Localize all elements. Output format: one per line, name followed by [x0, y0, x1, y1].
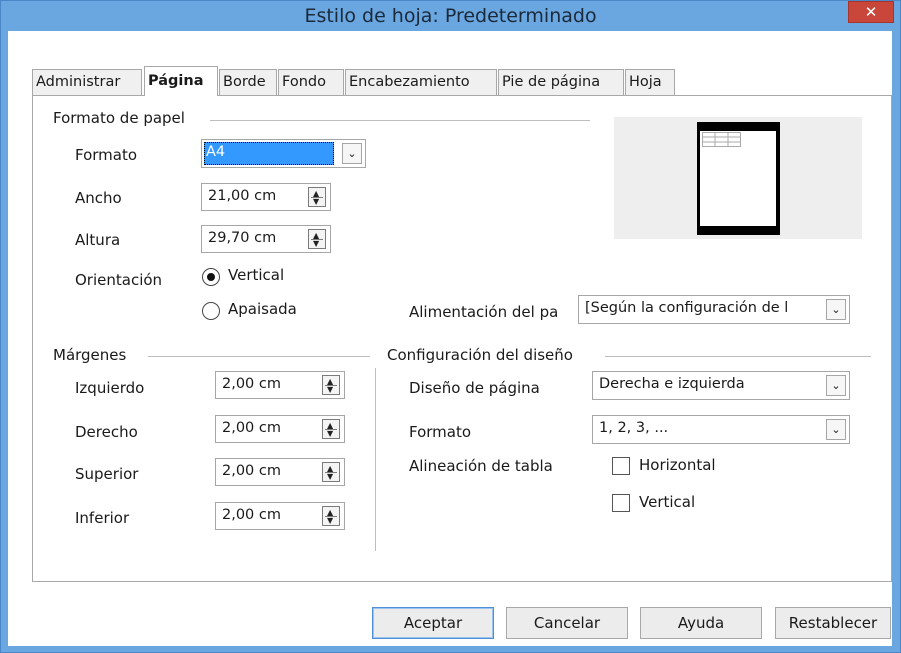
ok-button[interactable]: Aceptar	[372, 607, 494, 639]
margin-top-value: 2,00 cm	[222, 463, 281, 479]
chevron-down-icon[interactable]: ⌄	[826, 419, 846, 440]
portrait-radio[interactable]	[202, 268, 220, 286]
margin-right-field[interactable]: 2,00 cm ▲ ▼	[215, 415, 345, 443]
margin-left-label: Izquierdo	[75, 379, 145, 397]
numbering-format-select[interactable]: 1, 2, 3, ... ⌄	[592, 415, 850, 444]
numbering-format-label: Formato	[409, 423, 472, 441]
tab-borde[interactable]: Borde	[219, 69, 277, 95]
tab-label: Administrar	[36, 74, 121, 90]
format-label-text: Formato	[75, 146, 138, 164]
chevron-down-icon[interactable]: ⌄	[826, 375, 846, 396]
format-value: A4	[206, 144, 226, 160]
margin-right-spinner[interactable]: ▲ ▼	[322, 419, 340, 439]
tab-administrar[interactable]: Administrar	[32, 69, 142, 95]
vertical-divider	[375, 368, 376, 551]
portrait-label[interactable]: Vertical	[228, 266, 284, 284]
margin-top-label: Superior	[75, 465, 139, 483]
chevron-down-icon[interactable]: ⌄	[342, 143, 362, 164]
height-value: 29,70 cm	[208, 230, 277, 246]
title-bar[interactable]: Estilo de hoja: Predeterminado ✕	[1, 1, 900, 31]
horizontal-checkbox[interactable]	[612, 457, 630, 475]
vertical-label[interactable]: Vertical	[639, 493, 695, 511]
width-spinner[interactable]: ▲ ▼	[308, 187, 326, 207]
separator	[210, 120, 590, 121]
separator	[148, 356, 370, 357]
spin-down-icon[interactable]: ▼	[327, 386, 333, 394]
width-value: 21,00 cm	[208, 188, 277, 204]
margin-bottom-label: Inferior	[75, 509, 130, 527]
format-select[interactable]: A4 ⌄	[201, 139, 366, 168]
tab-label: Encabezamiento	[349, 74, 470, 90]
tab-pagina[interactable]: Página	[144, 66, 218, 96]
margin-top-spinner[interactable]: ▲ ▼	[322, 462, 340, 482]
numbering-format-value: 1, 2, 3, ...	[599, 420, 669, 436]
margins-heading: Márgenes	[53, 346, 127, 364]
spin-down-icon[interactable]: ▼	[313, 198, 319, 206]
width-field[interactable]: 21,00 cm ▲ ▼	[201, 183, 331, 211]
margin-left-value: 2,00 cm	[222, 376, 281, 392]
format-label: Formato	[75, 146, 137, 164]
page-layout-label: Diseño de página	[409, 379, 540, 397]
paper-tray-label: Alimentación del pa	[409, 303, 559, 321]
tab-pie-de-pagina[interactable]: Pie de página	[498, 69, 624, 95]
margin-bottom-value: 2,00 cm	[222, 507, 281, 523]
page-layout-select[interactable]: Derecha e izquierda ⌄	[592, 371, 850, 400]
height-field[interactable]: 29,70 cm ▲ ▼	[201, 225, 331, 253]
margin-right-value: 2,00 cm	[222, 420, 281, 436]
tab-label: Página	[148, 73, 204, 89]
landscape-radio[interactable]	[202, 302, 220, 320]
height-label: Altura	[75, 231, 121, 249]
margin-left-field[interactable]: 2,00 cm ▲ ▼	[215, 371, 345, 399]
tab-label: Borde	[223, 74, 266, 90]
horizontal-label[interactable]: Horizontal	[639, 456, 716, 474]
spin-down-icon[interactable]: ▼	[327, 517, 333, 525]
page-layout-value: Derecha e izquierda	[599, 376, 745, 392]
margin-left-spinner[interactable]: ▲ ▼	[322, 375, 340, 395]
cancel-button[interactable]: Cancelar	[506, 607, 628, 639]
table-grid-icon	[702, 132, 741, 147]
tab-label: Pie de página	[502, 74, 601, 90]
tab-fondo[interactable]: Fondo	[278, 69, 344, 95]
margin-top-field[interactable]: 2,00 cm ▲ ▼	[215, 458, 345, 486]
tab-label: Hoja	[629, 74, 662, 90]
margin-bottom-spinner[interactable]: ▲ ▼	[322, 506, 340, 526]
paper-format-heading: Formato de papel	[53, 109, 185, 127]
tab-label: Fondo	[282, 74, 326, 90]
spin-down-icon[interactable]: ▼	[327, 430, 333, 438]
height-spinner[interactable]: ▲ ▼	[308, 229, 326, 249]
tab-hoja[interactable]: Hoja	[625, 69, 675, 95]
margin-bottom-field[interactable]: 2,00 cm ▲ ▼	[215, 502, 345, 530]
paper-tray-select[interactable]: [Según la configuración de l ⌄	[578, 295, 850, 324]
paper-tray-value: [Según la configuración de l	[585, 300, 789, 316]
spin-down-icon[interactable]: ▼	[327, 473, 333, 481]
spin-down-icon[interactable]: ▼	[313, 240, 319, 248]
layout-settings-heading: Configuración del diseño	[387, 346, 573, 364]
tab-encabezamiento[interactable]: Encabezamiento	[345, 69, 497, 95]
close-button[interactable]: ✕	[848, 1, 894, 23]
orientation-label: Orientación	[75, 271, 163, 289]
separator	[605, 356, 871, 357]
help-button[interactable]: Ayuda	[640, 607, 762, 639]
vertical-checkbox[interactable]	[612, 494, 630, 512]
table-alignment-label: Alineación de tabla	[409, 457, 553, 475]
dialog-title: Estilo de hoja: Predeterminado	[304, 5, 597, 27]
close-icon: ✕	[864, 3, 878, 21]
width-label: Ancho	[75, 189, 122, 207]
landscape-label[interactable]: Apaisada	[228, 300, 297, 318]
reset-button[interactable]: Restablecer	[775, 607, 891, 639]
margin-right-label: Derecho	[75, 423, 138, 441]
chevron-down-icon[interactable]: ⌄	[826, 299, 846, 320]
